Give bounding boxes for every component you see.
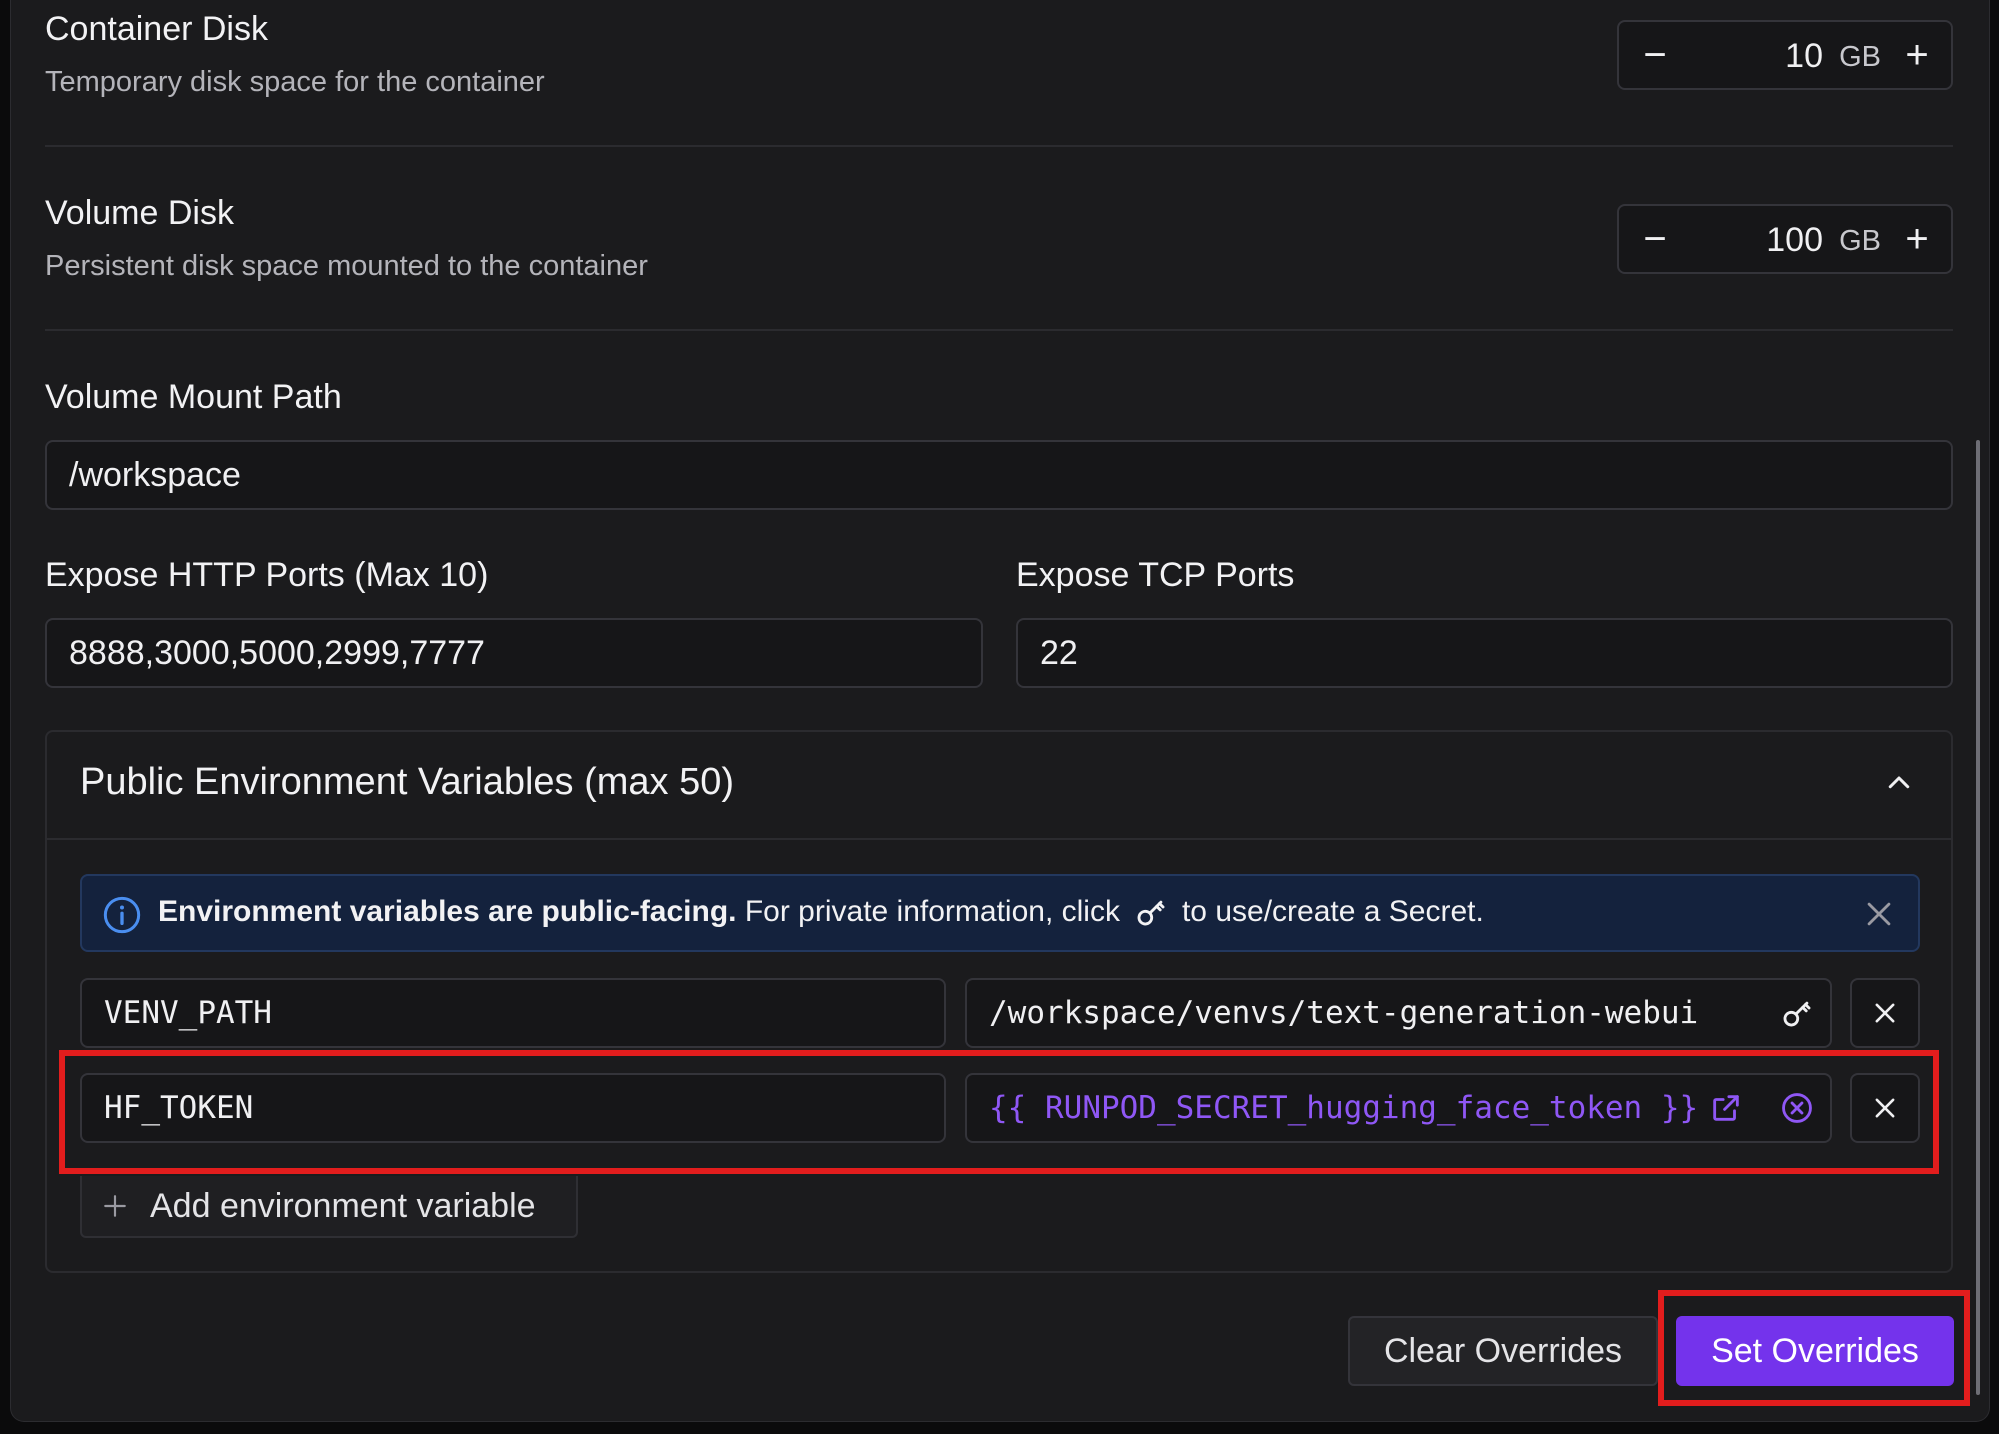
container-disk-increment-button[interactable]: + [1889,22,1945,88]
container-disk-unit: GB [1839,41,1881,73]
alert-text-before: For private information, click [744,895,1120,928]
clear-secret-icon[interactable] [1780,1091,1814,1125]
close-icon[interactable] [1862,897,1896,931]
container-disk-subtitle: Temporary disk space for the container [45,66,545,98]
http-ports-input[interactable]: 8888,3000,5000,2999,7777 [45,618,983,688]
clear-overrides-button[interactable]: Clear Overrides [1348,1316,1658,1386]
volume-mount-path-label: Volume Mount Path [45,378,342,416]
close-icon [1875,1003,1895,1023]
http-ports-label: Expose HTTP Ports (Max 10) [45,556,489,594]
env-key-input[interactable]: VENV_PATH [80,978,946,1048]
divider [45,145,1953,147]
tcp-ports-input[interactable]: 22 [1016,618,1953,688]
plus-icon [104,1195,126,1217]
volume-disk-value[interactable]: 100 [1766,221,1823,260]
container-disk-decrement-button[interactable]: − [1627,22,1683,88]
alert-bold-text: Environment variables are public-facing. [158,895,737,928]
divider [45,329,1953,331]
volume-disk-stepper: − 100 GB + [1617,204,1953,274]
container-disk-value[interactable]: 10 [1785,37,1823,76]
scrollbar[interactable] [1976,440,1980,1395]
container-disk-title: Container Disk [45,10,268,48]
external-link-icon[interactable] [1709,1091,1743,1125]
tcp-ports-label: Expose TCP Ports [1016,556,1295,594]
remove-env-variable-button[interactable] [1850,1073,1920,1143]
add-env-variable-label: Add environment variable [150,1186,536,1225]
env-secret-value-input[interactable]: {{ RUNPOD_SECRET_hugging_face_token }} [965,1073,1832,1143]
divider [45,838,1953,840]
volume-disk-title: Volume Disk [45,194,234,232]
key-icon [1137,900,1165,926]
alert-text-after: to use/create a Secret. [1181,895,1484,928]
volume-mount-path-input[interactable]: /workspace [45,440,1953,510]
public-env-alert: Environment variables are public-facing.… [80,874,1920,952]
volume-disk-increment-button[interactable]: + [1889,206,1945,272]
set-overrides-button[interactable]: Set Overrides [1676,1316,1954,1386]
info-icon [103,896,141,934]
env-section-title[interactable]: Public Environment Variables (max 50) [80,761,734,804]
container-disk-stepper: − 10 GB + [1617,20,1953,90]
env-value-input[interactable]: /workspace/venvs/text-generation-webui [965,978,1832,1048]
remove-env-variable-button[interactable] [1850,978,1920,1048]
env-key-input[interactable]: HF_TOKEN [80,1073,946,1143]
chevron-up-icon[interactable] [1884,768,1914,798]
volume-disk-subtitle: Persistent disk space mounted to the con… [45,250,648,282]
volume-disk-unit: GB [1839,225,1881,257]
add-env-variable-button[interactable]: Add environment variable [80,1176,578,1238]
volume-disk-decrement-button[interactable]: − [1627,206,1683,272]
close-icon [1875,1098,1895,1118]
alert-message: Environment variables are public-facing.… [158,895,1484,929]
key-icon[interactable] [1780,996,1814,1030]
